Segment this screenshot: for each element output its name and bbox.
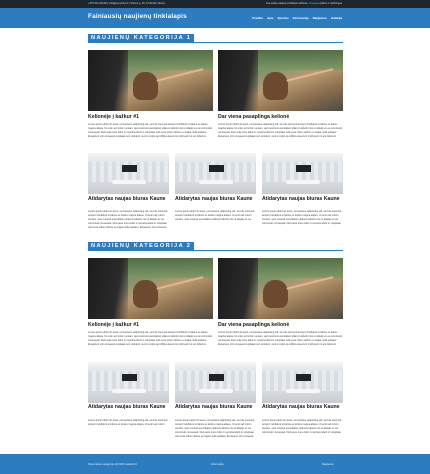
footer-link-naujienos[interactable]: Naujienos bbox=[322, 463, 334, 466]
card-image[interactable] bbox=[175, 153, 256, 194]
card-excerpt: Lorem ipsum dolor sit amet, consectetur … bbox=[262, 419, 342, 435]
section-title-2: Naujienų kategorija 2 bbox=[88, 242, 195, 250]
site-title[interactable]: Fainiausių naujienų tinklalapis bbox=[88, 13, 187, 20]
nav-item-informacija[interactable]: Informacija bbox=[293, 16, 309, 20]
nav-item-pradzia[interactable]: Pradžia bbox=[252, 16, 263, 20]
promo-rest: gražus ir tvarkingas bbox=[319, 2, 343, 5]
card-image[interactable] bbox=[262, 362, 343, 403]
featured-excerpt: Lorem ipsum dolor sit amet, consectetur … bbox=[88, 331, 213, 346]
top-info-bar: +370 611 90128 | info@pavyzdys.lt | Viln… bbox=[0, 0, 430, 8]
nav-item-galerija[interactable]: Galerija bbox=[331, 16, 342, 20]
footer-copyright: Visos teisės saugomos @ 2021 svetainė.lt bbox=[88, 463, 137, 466]
card-title[interactable]: Atidarytas naujas biuras Kaune bbox=[262, 404, 343, 411]
main-nav: Pradžia Apie Sportas Informacija Naujien… bbox=[252, 16, 342, 20]
site-footer: Visos teisės saugomos @ 2021 svetainė.lt… bbox=[0, 454, 430, 474]
featured-excerpt: Lorem ipsum dolor sit amet, consectetur … bbox=[88, 123, 213, 138]
card-excerpt: Lorem ipsum dolor sit amet, consectetur … bbox=[175, 419, 255, 439]
card-excerpt: Lorem ipsum dolor sit amet, consectetur … bbox=[88, 419, 168, 427]
featured-title[interactable]: Dar viena pasaplinga kelionė bbox=[218, 114, 343, 121]
section-divider bbox=[88, 42, 343, 43]
featured-image[interactable] bbox=[218, 258, 343, 319]
contact-info: +370 611 90128 | info@pavyzdys.lt | Viln… bbox=[88, 2, 165, 5]
featured-image[interactable] bbox=[218, 50, 343, 111]
nav-item-apie[interactable]: Apie bbox=[267, 16, 274, 20]
card-title[interactable]: Atidarytas naujas biuras Kaune bbox=[262, 196, 343, 203]
card-title[interactable]: Atidarytas naujas biuras Kaune bbox=[88, 404, 169, 411]
section-title-1: Naujienų kategorija 1 bbox=[88, 34, 195, 42]
promo-text: Jūs esate naujienų tinklapio šablone. Da… bbox=[266, 0, 342, 8]
card-image[interactable] bbox=[175, 362, 256, 403]
nav-item-sportas[interactable]: Sportas bbox=[277, 16, 288, 20]
featured-image[interactable] bbox=[88, 50, 213, 111]
featured-excerpt: Lorem ipsum dolor sit amet, consectetur … bbox=[218, 331, 343, 346]
nav-item-naujienos[interactable]: Naujienos bbox=[313, 16, 327, 20]
card-excerpt: Lorem ipsum dolor sit amet, consectetur … bbox=[262, 210, 342, 226]
card-title[interactable]: Atidarytas naujas biuras Kaune bbox=[175, 196, 256, 203]
featured-excerpt: Lorem ipsum dolor sit amet, consectetur … bbox=[218, 123, 343, 138]
footer-link-informacija[interactable]: Informacija bbox=[211, 463, 224, 466]
featured-title[interactable]: Kelionėje į kažkur #1 bbox=[88, 322, 213, 329]
featured-title[interactable]: Dar viena pasaplinga kelionė bbox=[218, 322, 343, 329]
promo-message: Jūs esate naujienų tinklapio šablone. bbox=[265, 2, 309, 5]
card-title[interactable]: Atidarytas naujas biuras Kaune bbox=[88, 196, 169, 203]
featured-title[interactable]: Kelionėje į kažkur #1 bbox=[88, 114, 213, 121]
section-divider bbox=[88, 250, 343, 251]
featured-image[interactable] bbox=[88, 258, 213, 319]
card-image[interactable] bbox=[88, 153, 169, 194]
card-excerpt: Lorem ipsum dolor sit amet, consectetur … bbox=[175, 210, 255, 222]
card-title[interactable]: Atidarytas naujas biuras Kaune bbox=[175, 404, 256, 411]
card-image[interactable] bbox=[88, 362, 169, 403]
card-excerpt: Lorem ipsum dolor sit amet, consectetur … bbox=[88, 210, 168, 230]
site-header: Fainiausių naujienų tinklalapis Pradžia … bbox=[0, 8, 430, 28]
card-image[interactable] bbox=[262, 153, 343, 194]
promo-link[interactable]: Daugiau bbox=[309, 2, 319, 5]
